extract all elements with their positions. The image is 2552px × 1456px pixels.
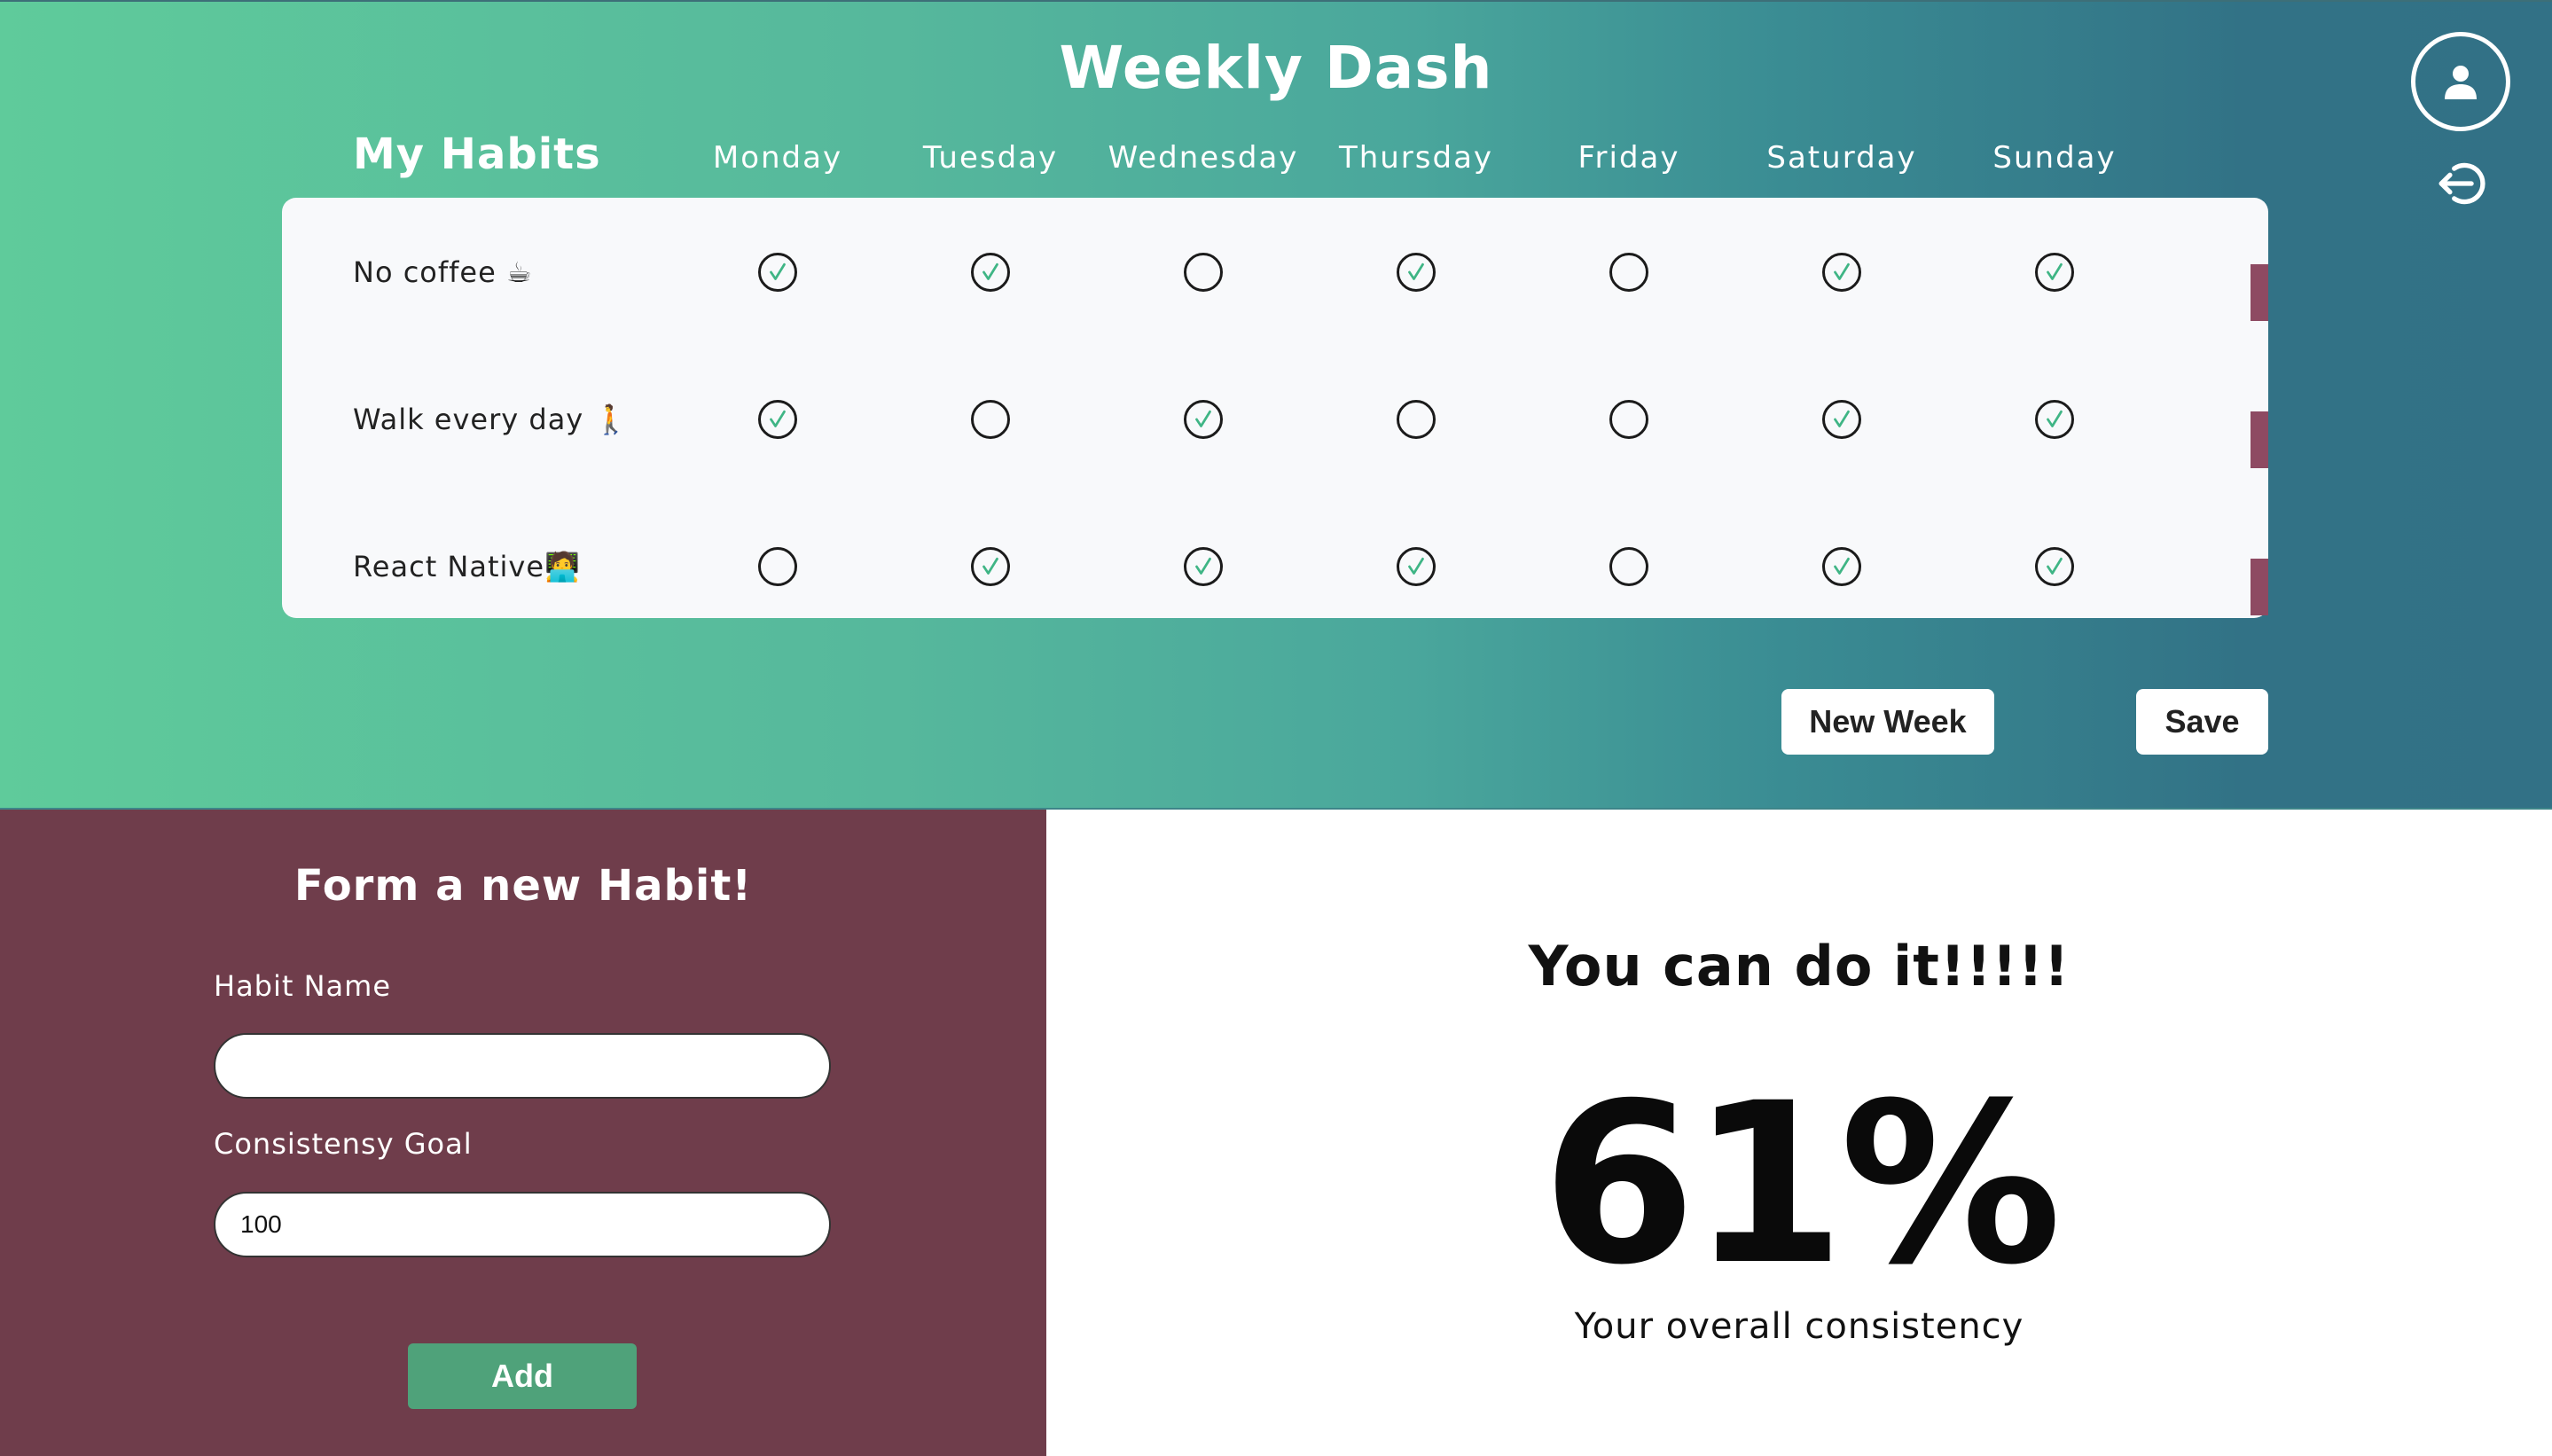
consistency-goal-label: Consistensy Goal bbox=[214, 1127, 473, 1161]
check-icon bbox=[1408, 557, 1424, 575]
check-icon bbox=[1195, 410, 1211, 427]
day-checkbox-wednesday[interactable] bbox=[1184, 253, 1223, 292]
check-icon bbox=[1195, 557, 1211, 575]
day-header-wednesday: Wednesday bbox=[1108, 140, 1299, 176]
day-checkbox-wednesday[interactable] bbox=[1184, 400, 1223, 439]
day-checkbox-friday[interactable] bbox=[1609, 547, 1648, 586]
consistency-goal-input[interactable] bbox=[214, 1192, 831, 1257]
day-checkbox-monday[interactable] bbox=[758, 400, 797, 439]
check-icon bbox=[2047, 410, 2063, 427]
day-checkbox-friday[interactable] bbox=[1609, 253, 1648, 292]
day-header-thursday: Thursday bbox=[1338, 140, 1494, 176]
page-title: Weekly Dash bbox=[1059, 34, 1493, 102]
day-checkbox-tuesday[interactable] bbox=[971, 400, 1010, 439]
motivation-text: You can do it!!!!! bbox=[1528, 934, 2071, 998]
habit-row: No coffee ☕ bbox=[282, 219, 2268, 325]
row-delete-tab[interactable] bbox=[2251, 411, 2268, 468]
check-icon bbox=[982, 262, 998, 280]
check-icon bbox=[1834, 410, 1850, 427]
habit-name: Walk every day 🚶 bbox=[353, 403, 630, 436]
day-header-sunday: Sunday bbox=[1992, 140, 2117, 176]
consistency-label: Your overall consistency bbox=[1574, 1306, 2024, 1347]
day-checkbox-saturday[interactable] bbox=[1822, 547, 1861, 586]
day-checkbox-friday[interactable] bbox=[1609, 400, 1648, 439]
save-button[interactable]: Save bbox=[2136, 689, 2268, 755]
day-header-friday: Friday bbox=[1577, 140, 1680, 176]
check-icon bbox=[1834, 262, 1850, 280]
weekly-dashboard-panel: Weekly Dash My Habits Monday Tuesday Wed… bbox=[0, 0, 2552, 810]
user-icon bbox=[2445, 66, 2477, 99]
day-checkbox-tuesday[interactable] bbox=[971, 547, 1010, 586]
habits-heading: My Habits bbox=[353, 129, 601, 179]
day-checkbox-sunday[interactable] bbox=[2035, 253, 2074, 292]
habit-table: No coffee ☕ Walk every day 🚶 React Native🧑… bbox=[282, 198, 2268, 618]
day-checkbox-tuesday[interactable] bbox=[971, 253, 1010, 292]
add-habit-button[interactable]: Add bbox=[408, 1343, 637, 1409]
check-icon bbox=[1408, 262, 1424, 280]
check-icon bbox=[1834, 557, 1850, 575]
check-icon bbox=[770, 410, 786, 427]
day-checkbox-monday[interactable] bbox=[758, 547, 797, 586]
day-header-saturday: Saturday bbox=[1766, 140, 1917, 176]
check-icon bbox=[2047, 262, 2063, 280]
habit-name: React Native🧑‍💻 bbox=[353, 550, 581, 583]
consistency-percent: 61% bbox=[1541, 1055, 2062, 1313]
day-checkbox-thursday[interactable] bbox=[1397, 253, 1436, 292]
check-icon bbox=[2047, 557, 2063, 575]
row-delete-tab[interactable] bbox=[2251, 264, 2268, 321]
new-habit-form: Form a new Habit! Habit Name Consistensy… bbox=[0, 810, 1046, 1456]
row-delete-tab[interactable] bbox=[2251, 559, 2268, 615]
day-checkbox-wednesday[interactable] bbox=[1184, 547, 1223, 586]
day-checkbox-saturday[interactable] bbox=[1822, 400, 1861, 439]
check-icon bbox=[982, 557, 998, 575]
logout-icon bbox=[2438, 162, 2485, 205]
check-icon bbox=[770, 262, 786, 280]
habit-name-input[interactable] bbox=[214, 1033, 831, 1099]
logout-button[interactable] bbox=[2433, 156, 2488, 211]
habit-name: No coffee ☕ bbox=[353, 255, 533, 289]
day-checkbox-thursday[interactable] bbox=[1397, 547, 1436, 586]
day-checkbox-sunday[interactable] bbox=[2035, 547, 2074, 586]
new-week-button[interactable]: New Week bbox=[1781, 689, 1994, 755]
form-title: Form a new Habit! bbox=[294, 861, 753, 911]
day-checkbox-monday[interactable] bbox=[758, 253, 797, 292]
habit-row: Walk every day 🚶 bbox=[282, 366, 2268, 473]
profile-button[interactable] bbox=[2411, 32, 2510, 131]
day-checkbox-saturday[interactable] bbox=[1822, 253, 1861, 292]
habit-row: React Native🧑‍💻 bbox=[282, 513, 2268, 620]
day-header-monday: Monday bbox=[712, 140, 843, 176]
day-header-tuesday: Tuesday bbox=[922, 140, 1059, 176]
day-checkbox-sunday[interactable] bbox=[2035, 400, 2074, 439]
habit-name-label: Habit Name bbox=[214, 969, 391, 1003]
day-checkbox-thursday[interactable] bbox=[1397, 400, 1436, 439]
consistency-stats: You can do it!!!!! 61% Your overall cons… bbox=[1046, 810, 2552, 1456]
